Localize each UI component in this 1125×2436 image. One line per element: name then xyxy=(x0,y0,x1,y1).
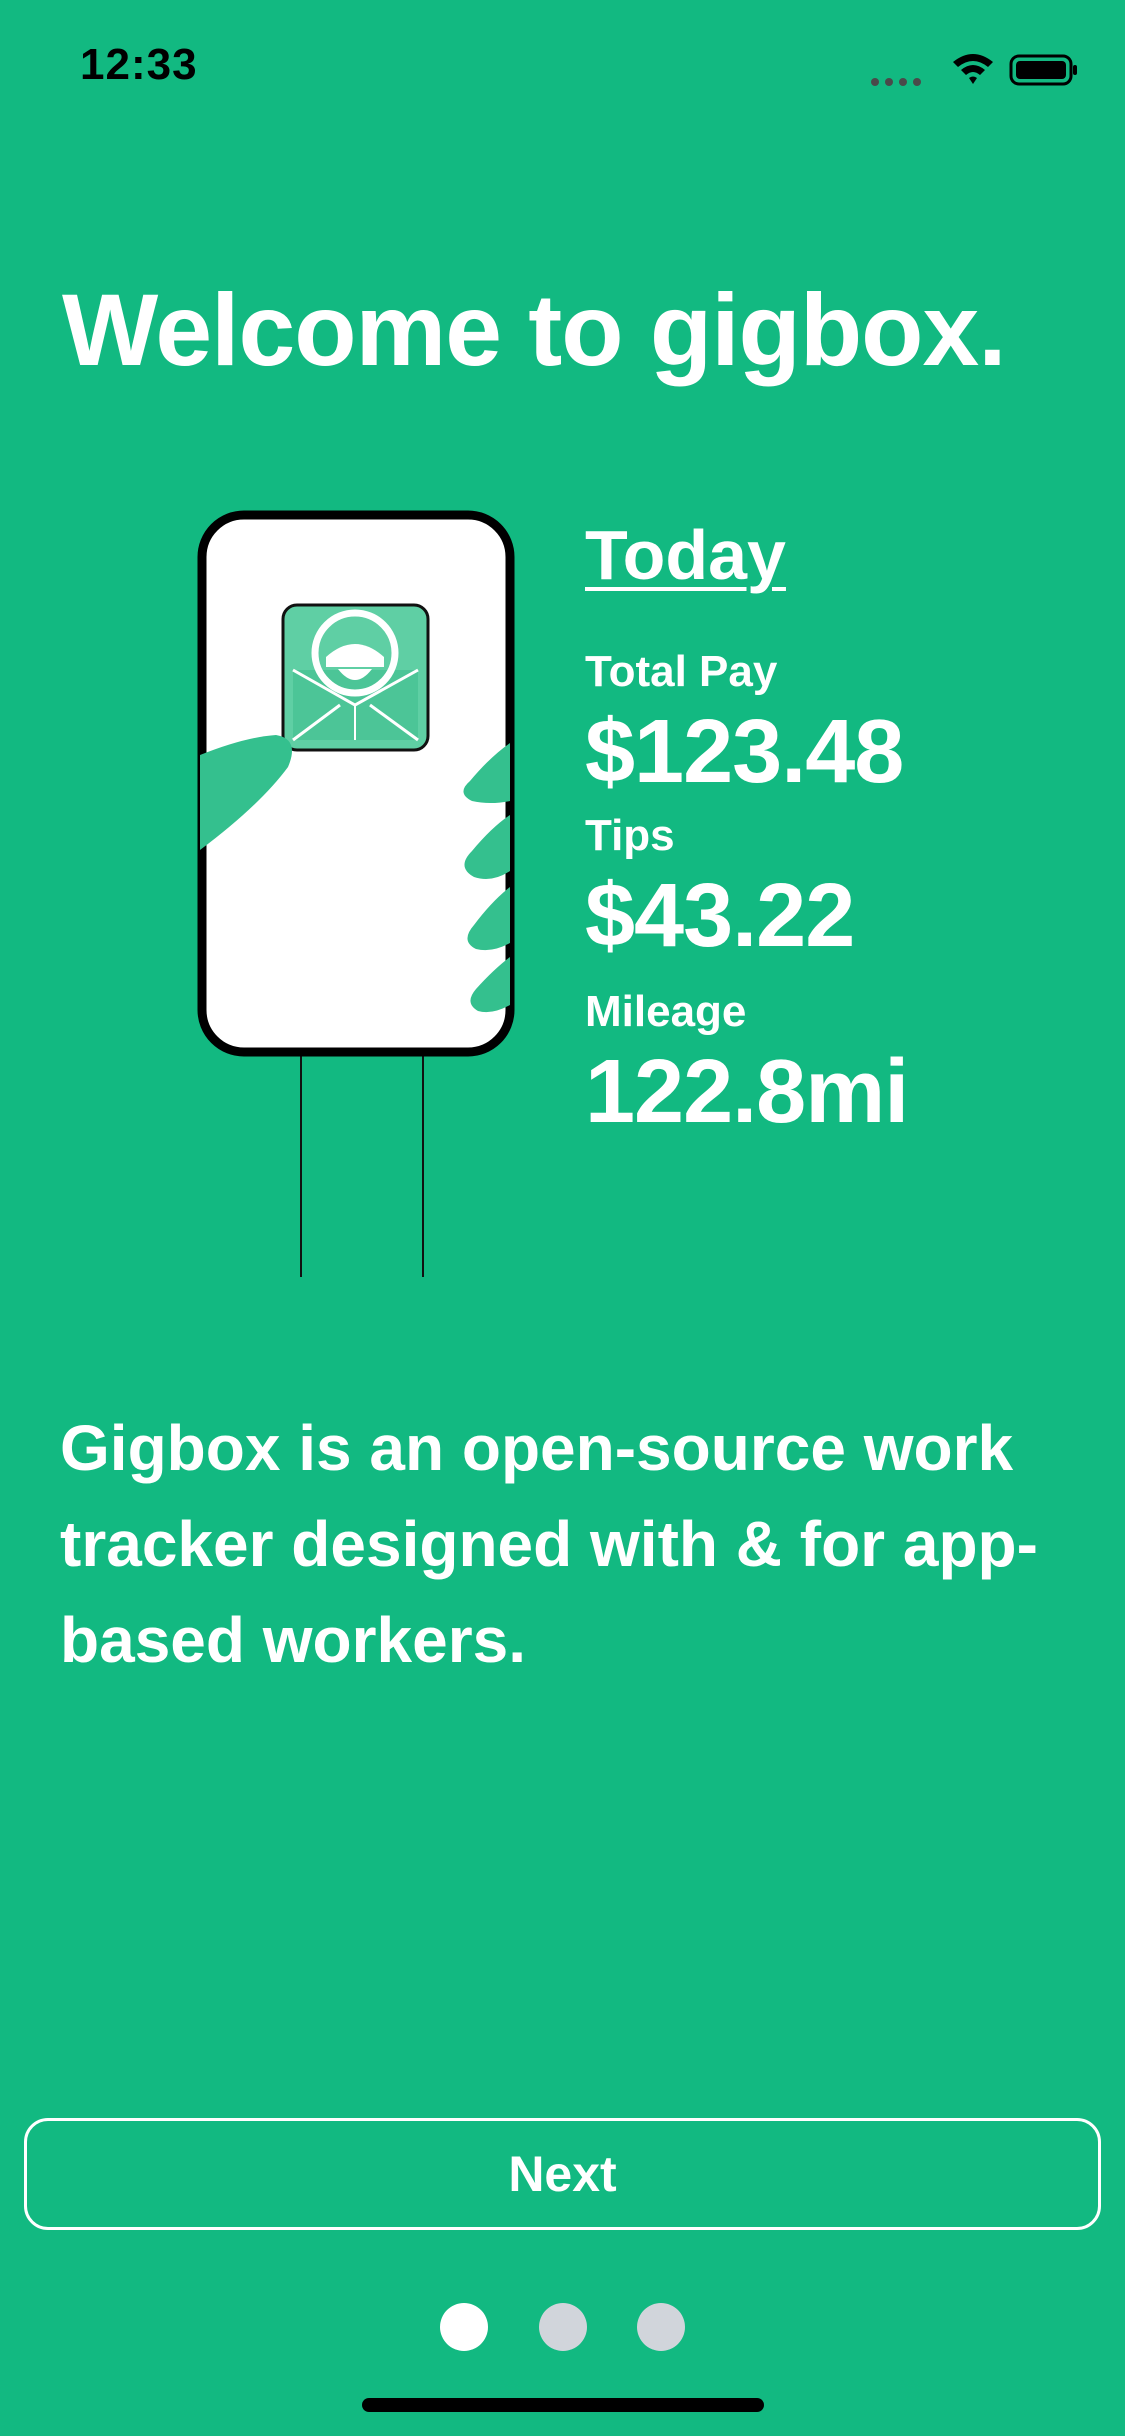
total-pay-label: Total Pay xyxy=(585,647,778,696)
welcome-title: Welcome to gigbox. xyxy=(62,273,1007,387)
signal-dots-icon xyxy=(871,78,921,86)
page-dot-3[interactable] xyxy=(637,2303,685,2351)
status-time: 12:33 xyxy=(80,40,198,89)
page-dot-1[interactable] xyxy=(440,2303,488,2351)
gigbox-logo-icon xyxy=(281,603,430,752)
next-button[interactable]: Next xyxy=(24,2118,1101,2230)
tips-value: $43.22 xyxy=(585,866,855,966)
page-dot-2[interactable] xyxy=(538,2303,587,2351)
today-heading: Today xyxy=(585,516,786,594)
onboarding-description: Gigbox is an open-source work tracker de… xyxy=(60,1412,1038,1676)
mileage-label: Mileage xyxy=(585,987,747,1036)
tips-label: Tips xyxy=(585,811,675,860)
status-icons xyxy=(871,54,1077,86)
home-indicator[interactable] xyxy=(362,2398,764,2412)
battery-icon xyxy=(1009,54,1077,86)
total-pay-value: $123.48 xyxy=(585,702,904,802)
today-stats: Today Total Pay $123.48 Tips $43.22 Mile… xyxy=(585,510,1065,1144)
page-indicator[interactable] xyxy=(440,2303,685,2353)
status-bar: 12:33 xyxy=(0,0,1125,132)
wifi-icon xyxy=(953,54,993,84)
mileage-value: 122.8mi xyxy=(585,1042,909,1142)
phone-illustration xyxy=(197,510,515,1277)
